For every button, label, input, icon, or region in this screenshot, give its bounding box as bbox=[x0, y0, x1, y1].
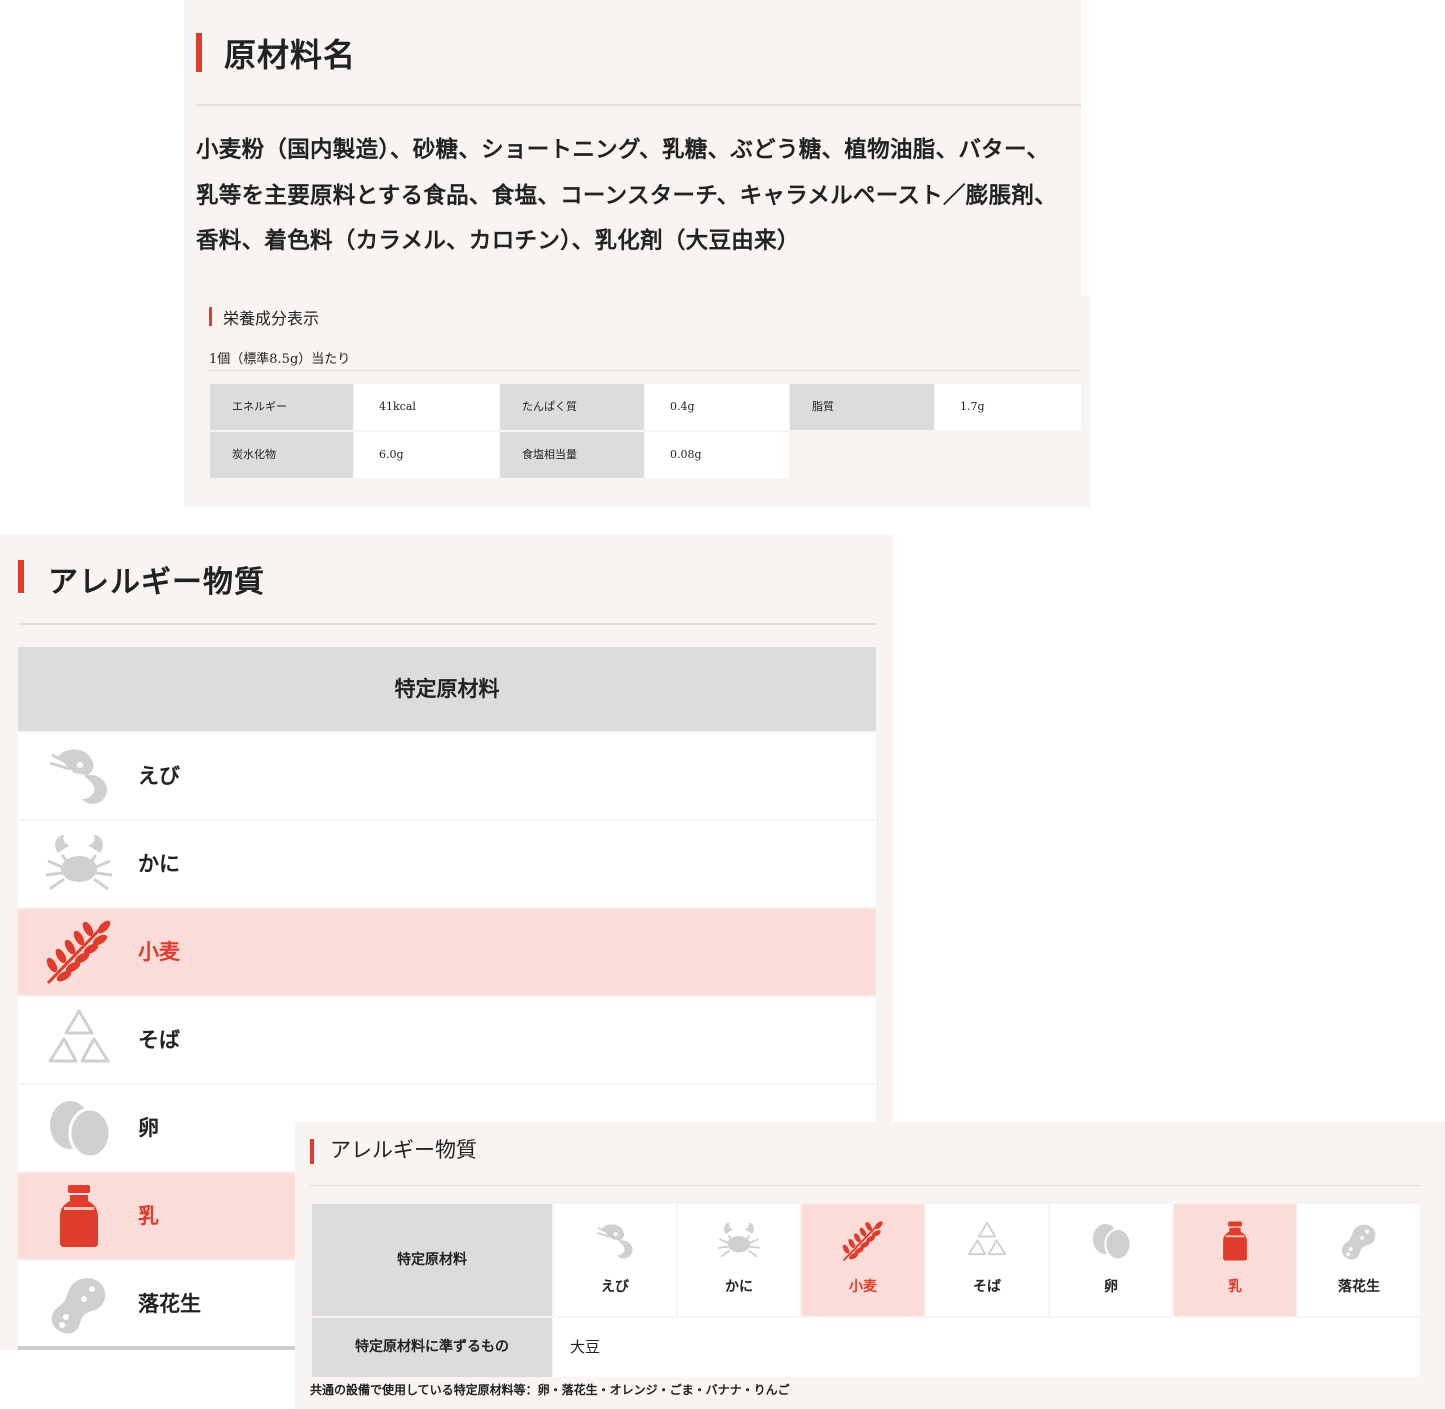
allergen-label: 卵 bbox=[138, 1115, 159, 1140]
allergen-row: かに bbox=[18, 821, 876, 907]
nutrition-label: 脂質 bbox=[790, 384, 934, 430]
nutrition-label: 食塩相当量 bbox=[500, 432, 644, 478]
allergen-label: 落花生 bbox=[1338, 1279, 1380, 1295]
ingredients-line: 香料、着色料（カラメル、カロチン）、乳化剤（大豆由来） bbox=[196, 228, 800, 254]
nutrition-value: 41kcal bbox=[354, 384, 499, 430]
buckwheat-icon bbox=[965, 1220, 1009, 1262]
allergen-row: 小麦 bbox=[18, 909, 876, 995]
allergen-grid-title: アレルギー物質 bbox=[330, 1138, 477, 1162]
nutrition-panel: 栄養成分表示 1個（標準8.5g）当たり エネルギー 41kcal たんぱく質 … bbox=[200, 296, 1090, 507]
wheat-icon bbox=[841, 1220, 885, 1262]
crab-icon bbox=[717, 1220, 761, 1262]
ingredients-line: 小麦粉（国内製造）、砂糖、ショートニング、乳糖、ぶどう糖、植物油脂、バター、 bbox=[196, 137, 1050, 163]
allergen-cell: えび bbox=[554, 1204, 676, 1316]
allergen-label: かに bbox=[725, 1279, 753, 1295]
allergen-label: 落花生 bbox=[138, 1291, 201, 1316]
allergen-label: 卵 bbox=[1104, 1279, 1118, 1295]
nutrition-label: たんぱく質 bbox=[500, 384, 644, 430]
allergen-cell: そば bbox=[926, 1204, 1048, 1316]
allergen-grid-panel: アレルギー物質 特定原材料 えび かに 小麦 そば 卵 乳 落花生 特定原材料に… bbox=[295, 1122, 1445, 1409]
allergen-row: えび bbox=[18, 733, 876, 819]
nutrition-value: 0.08g bbox=[645, 432, 789, 478]
peanut-icon bbox=[44, 1271, 114, 1337]
allergen-grid-header: 特定原材料 bbox=[312, 1204, 552, 1316]
nutrition-label: 炭水化物 bbox=[210, 432, 353, 478]
allergen-list-header: 特定原材料 bbox=[18, 647, 876, 731]
allergen-label: 小麦 bbox=[849, 1279, 877, 1295]
sub-allergen-value: 大豆 bbox=[553, 1318, 1420, 1377]
allergen-label: えび bbox=[138, 763, 180, 788]
allergen-cell: 乳 bbox=[1174, 1204, 1296, 1316]
ingredients-line: 乳等を主要原料とする食品、食塩、コーンスターチ、キャラメルペースト／膨脹剤、 bbox=[196, 182, 1058, 209]
allergen-label: そば bbox=[973, 1279, 1001, 1295]
nutrition-value: 0.4g bbox=[645, 384, 789, 430]
allergen-label: かに bbox=[138, 851, 180, 876]
allergen-label: 小麦 bbox=[138, 939, 180, 964]
buckwheat-icon bbox=[44, 1007, 114, 1073]
crab-icon bbox=[44, 831, 114, 897]
egg-icon bbox=[44, 1095, 114, 1161]
title-accent-bar bbox=[209, 307, 212, 326]
nutrition-label: エネルギー bbox=[210, 384, 353, 430]
wheat-icon bbox=[44, 919, 114, 985]
allergen-label: そば bbox=[138, 1027, 180, 1052]
allergen-label: 乳 bbox=[1228, 1279, 1242, 1295]
ingredients-title: 原材料名 bbox=[224, 36, 357, 74]
nutrition-title: 栄養成分表示 bbox=[223, 309, 320, 328]
allergen-cell: 落花生 bbox=[1298, 1204, 1420, 1316]
nutrition-value: 1.7g bbox=[935, 384, 1081, 430]
peanut-icon bbox=[1337, 1220, 1381, 1262]
divider bbox=[196, 104, 1081, 106]
divider bbox=[310, 1185, 1420, 1186]
allergen-cell: かに bbox=[678, 1204, 800, 1316]
shrimp-icon bbox=[593, 1220, 637, 1262]
title-accent-bar bbox=[18, 560, 24, 593]
shared-equipment-note: 共通の設備で使用している特定原材料等：卵・落花生・オレンジ・ごま・バナナ・りんご bbox=[310, 1383, 790, 1397]
nutrition-serving: 1個（標準8.5g）当たり bbox=[209, 352, 351, 367]
nutrition-value: 6.0g bbox=[354, 432, 499, 478]
title-accent-bar bbox=[196, 33, 202, 72]
title-accent-bar bbox=[310, 1139, 314, 1164]
allergen-label: えび bbox=[601, 1279, 629, 1295]
allergen-label: 乳 bbox=[138, 1203, 159, 1228]
milk-icon bbox=[44, 1183, 114, 1249]
shrimp-icon bbox=[44, 743, 114, 809]
divider bbox=[209, 370, 1079, 371]
allergen-cell: 小麦 bbox=[802, 1204, 924, 1316]
sub-allergen-label: 特定原材料に準ずるもの bbox=[312, 1318, 552, 1377]
allergen-row: そば bbox=[18, 997, 876, 1083]
allergen-cell: 卵 bbox=[1050, 1204, 1172, 1316]
divider bbox=[18, 623, 876, 625]
milk-icon bbox=[1213, 1220, 1257, 1262]
egg-icon bbox=[1089, 1220, 1133, 1262]
ingredients-text: 小麦粉（国内製造）、砂糖、ショートニング、乳糖、ぶどう糖、植物油脂、バター、 乳… bbox=[196, 128, 1076, 265]
allergen-list-title: アレルギー物質 bbox=[48, 565, 265, 600]
